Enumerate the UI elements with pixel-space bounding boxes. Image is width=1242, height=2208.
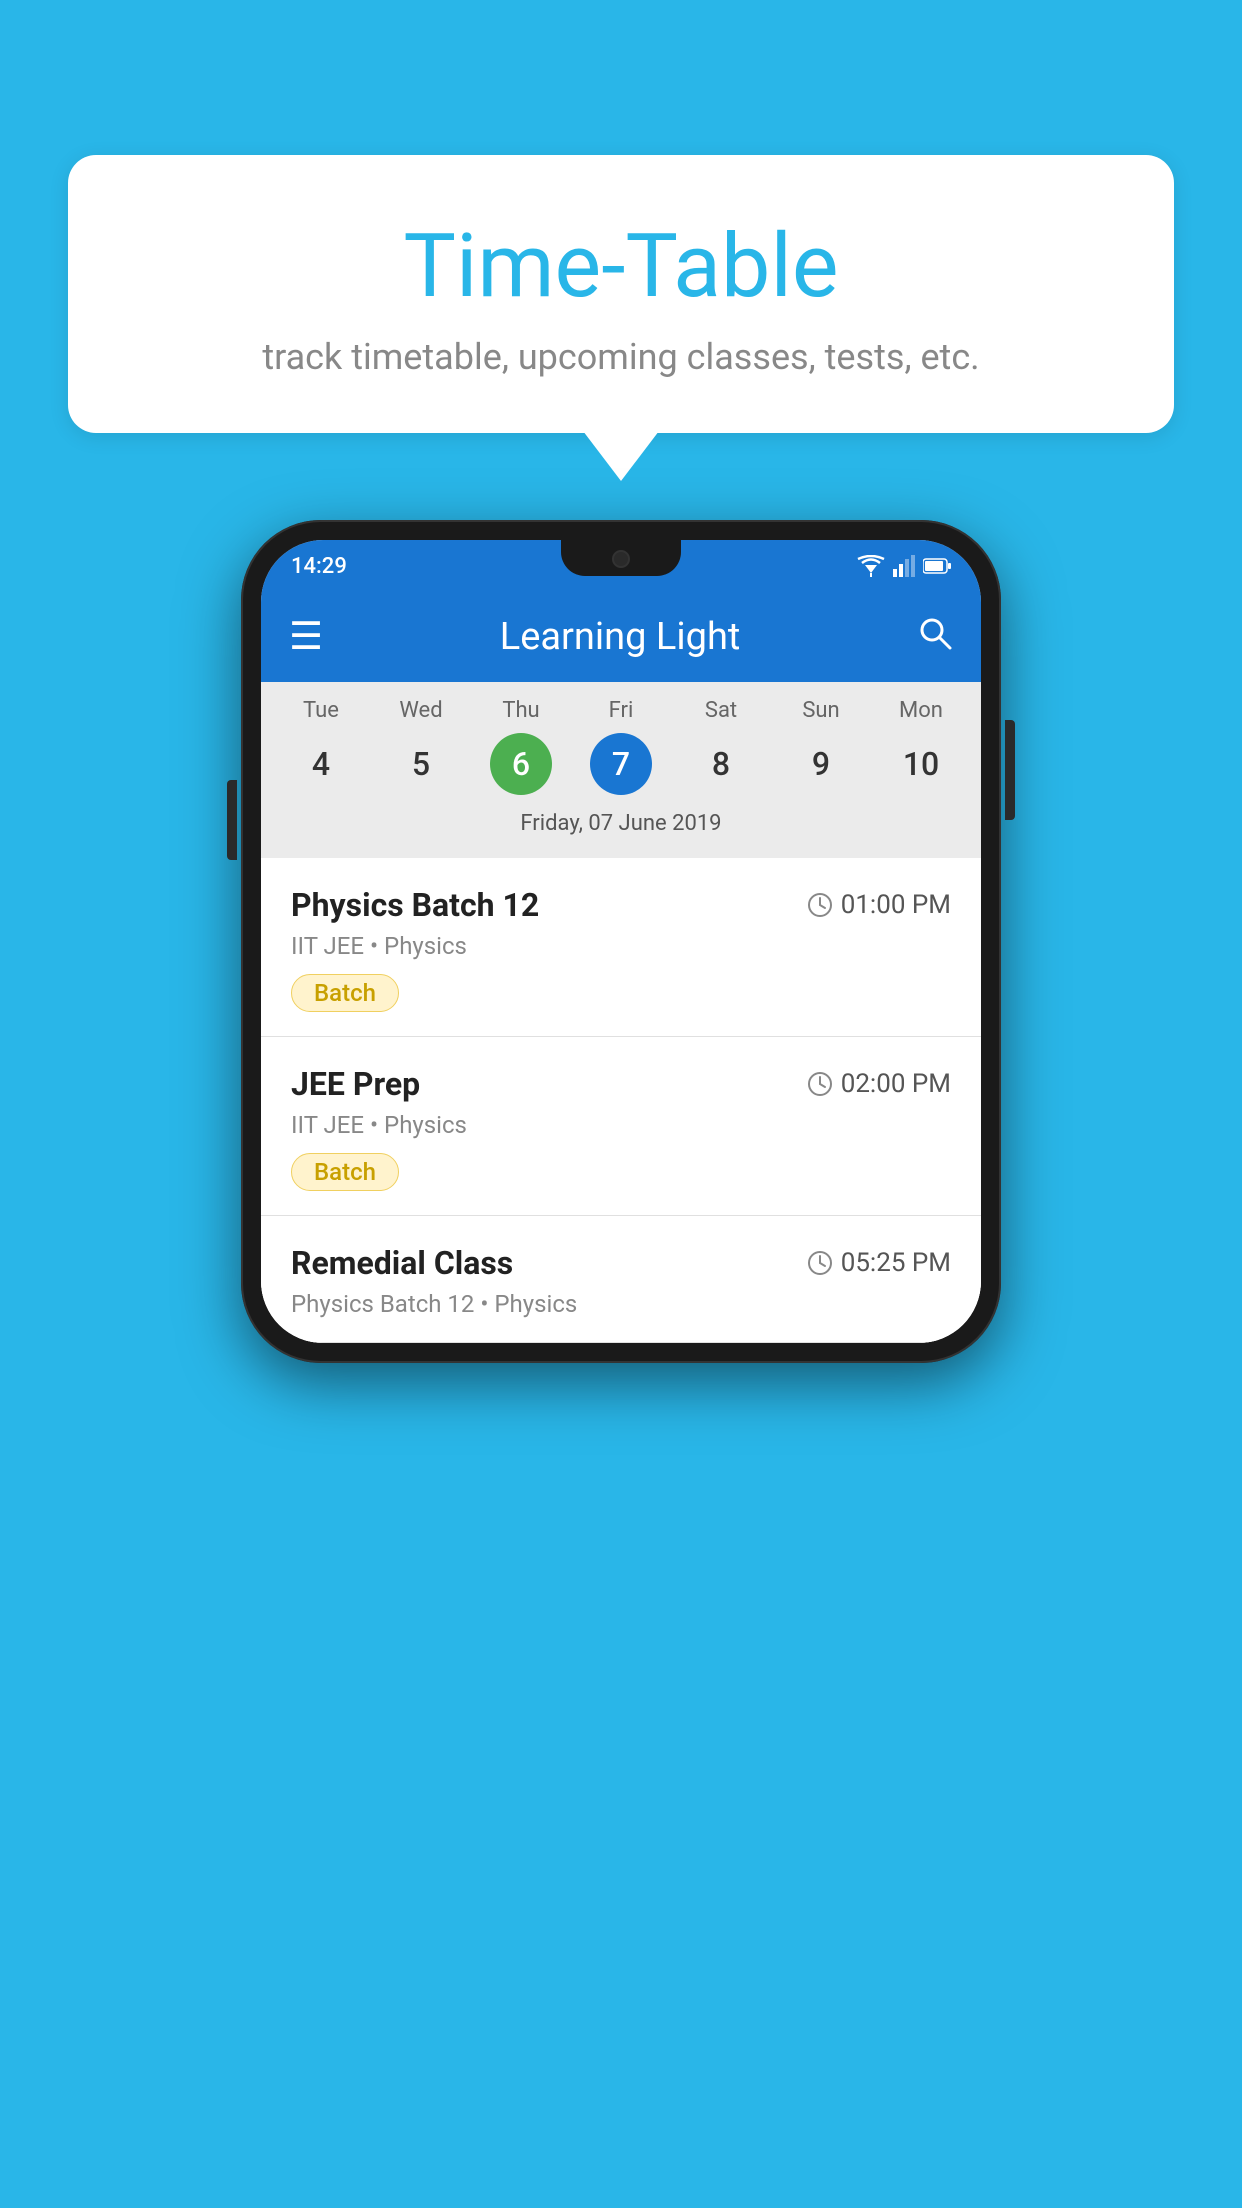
schedule-list: Physics Batch 12 01:00 PM IIT JEE • Phys… [261,858,981,1343]
status-icons [857,555,951,577]
menu-icon[interactable]: ☰ [289,618,323,656]
clock-icon-1 [807,892,833,918]
day-name-mon: Mon [899,698,943,723]
item-title-1: Physics Batch 12 [291,886,539,924]
day-number-thu: 6 [490,733,552,795]
schedule-item-1[interactable]: Physics Batch 12 01:00 PM IIT JEE • Phys… [261,858,981,1037]
batch-tag-2: Batch [291,1153,399,1191]
day-col-thu[interactable]: Thu 6 [477,698,565,795]
clock-icon-3 [807,1250,833,1276]
day-name-fri: Fri [609,698,634,723]
item-subtitle-3: Physics Batch 12 • Physics [291,1290,951,1318]
phone-screen: 14:29 [261,540,981,1343]
item-subtitle-2: IIT JEE • Physics [291,1111,951,1139]
item-header-1: Physics Batch 12 01:00 PM [291,886,951,924]
phone-mockup: 14:29 [241,520,1001,1363]
app-title: Learning Light [347,615,893,659]
battery-icon [923,557,951,575]
day-number-mon: 10 [890,733,952,795]
item-subtitle-1: IIT JEE • Physics [291,932,951,960]
day-name-thu: Thu [502,698,539,723]
item-time-3: 05:25 PM [807,1248,951,1278]
schedule-item-2[interactable]: JEE Prep 02:00 PM IIT JEE • Physics Batc… [261,1037,981,1216]
day-name-sun: Sun [802,698,839,723]
day-col-fri[interactable]: Fri 7 [577,698,665,795]
bubble-subtitle: track timetable, upcoming classes, tests… [118,336,1124,378]
days-row: Tue 4 Wed 5 Thu 6 Fri 7 [261,698,981,795]
signal-icon [893,555,915,577]
item-header-3: Remedial Class 05:25 PM [291,1244,951,1282]
day-number-wed: 5 [390,733,452,795]
day-name-sat: Sat [705,698,737,723]
day-col-sun[interactable]: Sun 9 [777,698,865,795]
item-title-3: Remedial Class [291,1244,513,1282]
item-title-2: JEE Prep [291,1065,420,1103]
notch [561,540,681,576]
search-icon[interactable] [917,615,953,660]
day-number-sat: 8 [690,733,752,795]
item-time-1: 01:00 PM [807,890,951,920]
status-time: 14:29 [291,554,347,579]
phone-outer: 14:29 [241,520,1001,1363]
clock-icon-2 [807,1071,833,1097]
day-number-tue: 4 [290,733,352,795]
item-time-2: 02:00 PM [807,1069,951,1099]
day-name-wed: Wed [399,698,442,723]
day-col-mon[interactable]: Mon 10 [877,698,965,795]
day-number-sun: 9 [790,733,852,795]
item-header-2: JEE Prep 02:00 PM [291,1065,951,1103]
speech-bubble-card: Time-Table track timetable, upcoming cla… [68,155,1174,433]
day-number-fri: 7 [590,733,652,795]
selected-date-label: Friday, 07 June 2019 [261,803,981,848]
day-name-tue: Tue [303,698,339,723]
schedule-item-3[interactable]: Remedial Class 05:25 PM Physics Batch 12… [261,1216,981,1343]
day-col-wed[interactable]: Wed 5 [377,698,465,795]
bubble-title: Time-Table [118,215,1124,318]
camera [612,550,630,568]
batch-tag-1: Batch [291,974,399,1012]
day-col-tue[interactable]: Tue 4 [277,698,365,795]
app-bar: ☰ Learning Light [261,592,981,682]
day-col-sat[interactable]: Sat 8 [677,698,765,795]
calendar-strip: Tue 4 Wed 5 Thu 6 Fri 7 [261,682,981,858]
wifi-icon [857,555,885,577]
